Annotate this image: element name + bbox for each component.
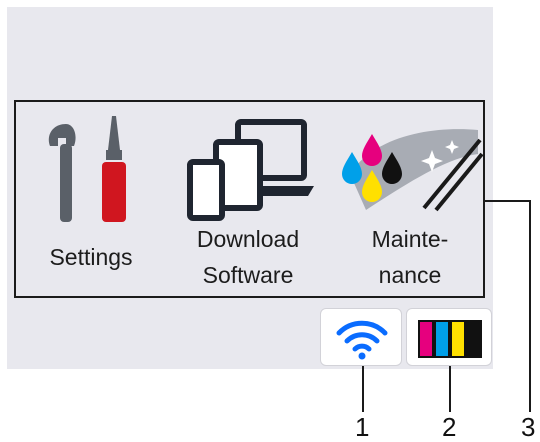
ink-maintenance-icon xyxy=(342,129,484,212)
devices-icon xyxy=(187,119,314,221)
callout-number-3: 3 xyxy=(521,412,536,442)
callout-line-2 xyxy=(449,366,451,412)
callout-line-1 xyxy=(362,366,364,412)
settings-tools-icon xyxy=(48,116,126,222)
menu-item-label: Software xyxy=(202,262,294,288)
ink-status-button[interactable] xyxy=(406,308,492,366)
menu-item-label: nance xyxy=(378,262,442,288)
callout-number-1: 1 xyxy=(355,412,370,442)
wifi-status-button[interactable] xyxy=(320,308,402,366)
callout-line-3-vertical xyxy=(529,200,531,412)
menu-item-maintenance[interactable]: Mainte- nance xyxy=(336,102,484,296)
menu-item-label: Download xyxy=(196,226,300,252)
callout-number-2: 2 xyxy=(442,412,457,442)
menu-item-label: Settings xyxy=(49,244,133,270)
menu-item-label: Mainte- xyxy=(371,226,449,252)
menu-item-download-software[interactable]: Download Software xyxy=(168,102,328,296)
ink-levels-icon xyxy=(418,320,482,358)
wifi-icon xyxy=(336,320,388,360)
menu-item-settings[interactable]: Settings xyxy=(22,102,160,296)
callout-line-3-horizontal xyxy=(485,200,531,202)
